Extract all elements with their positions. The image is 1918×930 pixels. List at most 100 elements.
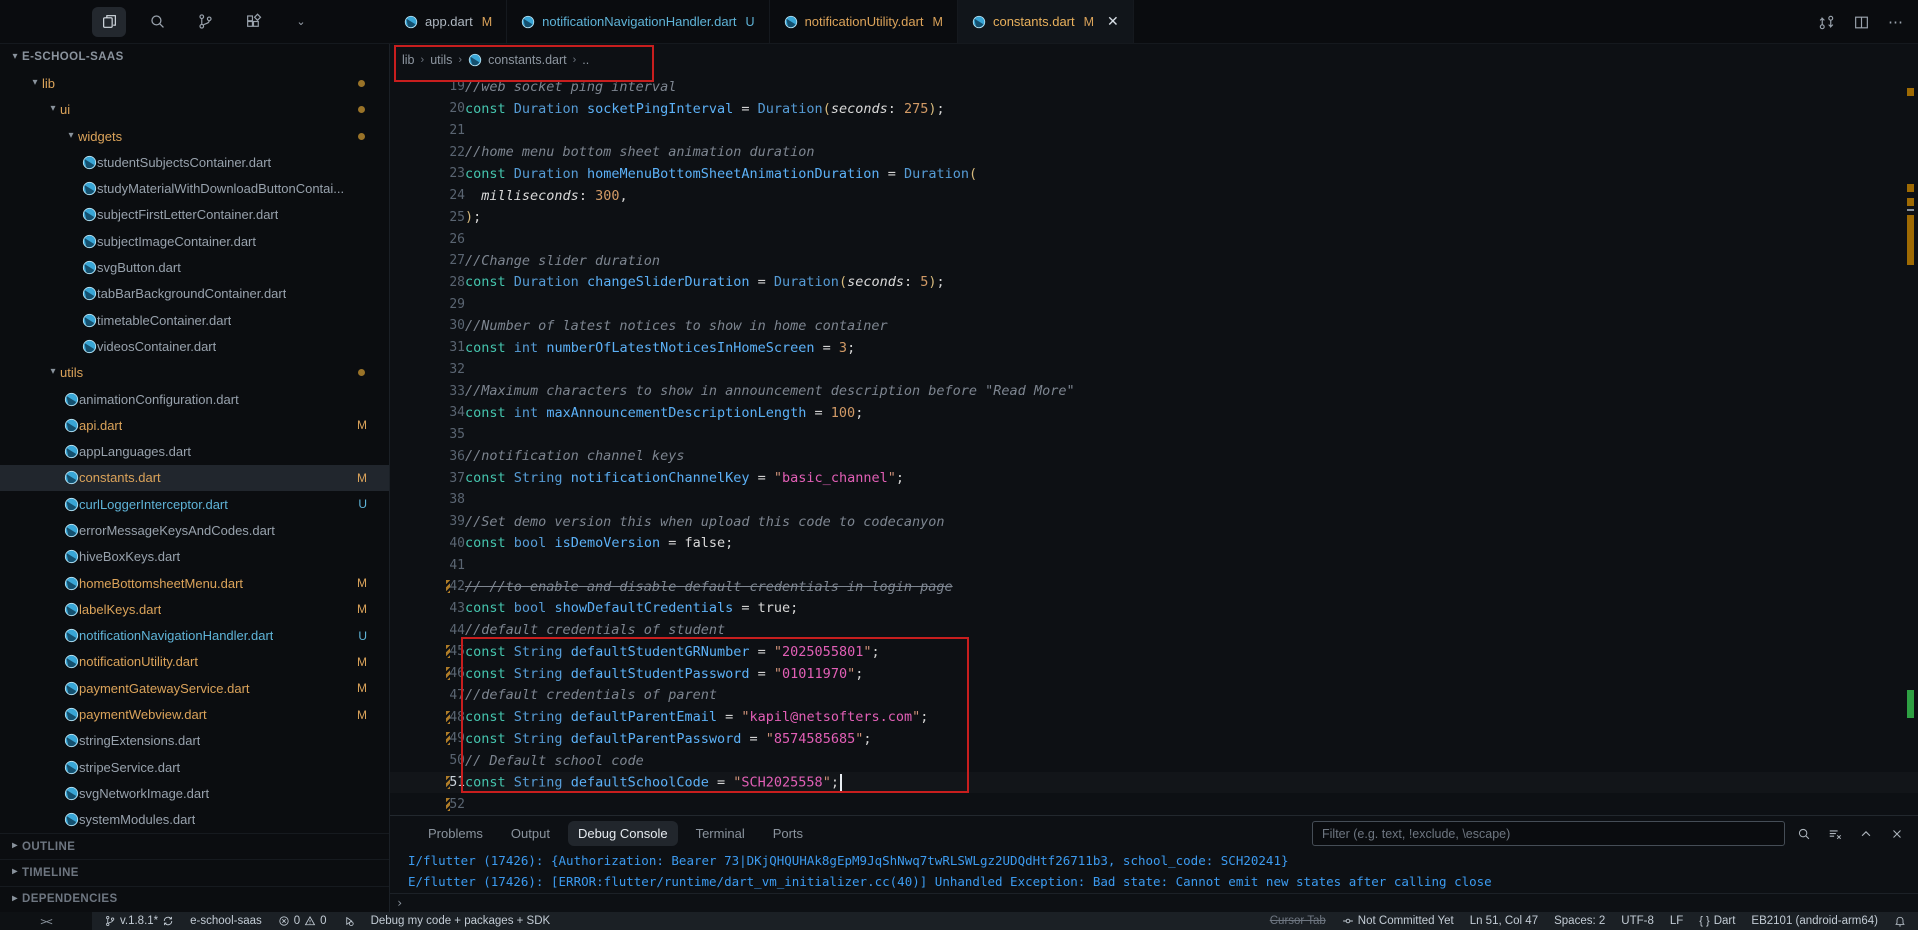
panel-tab-problems[interactable]: Problems — [418, 821, 493, 846]
code-line-45[interactable]: 45const String defaultStudentGRNumber = … — [390, 641, 1918, 663]
file-errorMessageKeysAndCodes.dart[interactable]: errorMessageKeysAndCodes.dart — [0, 517, 389, 543]
status-item-e-school-saas[interactable]: e-school-saas — [190, 915, 262, 927]
tab-notificationNavigationHandler.dart[interactable]: notificationNavigationHandler.dartU — [507, 0, 769, 43]
file-paymentGatewayService.dart[interactable]: paymentGatewayService.dartM — [0, 675, 389, 701]
more-actions-icon[interactable]: ⋯ — [1888, 13, 1904, 31]
panel-tab-ports[interactable]: Ports — [763, 821, 813, 846]
code-line-19[interactable]: 19//web socket ping interval — [390, 76, 1918, 98]
split-editor-icon[interactable] — [1853, 14, 1870, 31]
status-item-not-committed-yet[interactable]: Not Committed Yet — [1342, 915, 1454, 927]
file-constants.dart[interactable]: constants.dartM — [0, 465, 389, 491]
code-line-24[interactable]: 24 milliseconds: 300, — [390, 185, 1918, 207]
code-line-33[interactable]: 33//Maximum characters to show in announ… — [390, 380, 1918, 402]
file-studyMaterialWithDownloadButtonContai...[interactable]: studyMaterialWithDownloadButtonContai... — [0, 175, 389, 201]
file-api.dart[interactable]: api.dartM — [0, 412, 389, 438]
activity-explorer-icon[interactable] — [92, 7, 126, 37]
close-tab-icon[interactable]: ✕ — [1107, 13, 1119, 30]
close-panel-icon[interactable] — [1890, 827, 1904, 841]
folder-utils[interactable]: ▾utils — [0, 360, 389, 386]
breadcrumb-item-constants.dart[interactable]: constants.dart — [488, 53, 567, 67]
status-item-eb2101-android-arm64-[interactable]: EB2101 (android-arm64) — [1751, 915, 1878, 927]
code-line-22[interactable]: 22//home menu bottom sheet animation dur… — [390, 141, 1918, 163]
code-line-31[interactable]: 31const int numberOfLatestNoticesInHomeS… — [390, 337, 1918, 359]
panel-tab-terminal[interactable]: Terminal — [686, 821, 755, 846]
section-dependencies[interactable]: ▸DEPENDENCIES — [0, 886, 389, 912]
section-outline[interactable]: ▸OUTLINE — [0, 833, 389, 859]
file-systemModules.dart[interactable]: systemModules.dart — [0, 807, 389, 833]
file-paymentWebview.dart[interactable]: paymentWebview.dartM — [0, 701, 389, 727]
project-root[interactable]: ▾E-SCHOOL-SAAS — [0, 44, 389, 70]
search-icon[interactable] — [1797, 827, 1811, 841]
code-line-50[interactable]: 50// Default school code — [390, 750, 1918, 772]
status-item-debug-my-code-packages-sdk[interactable]: Debug my code + packages + SDK — [371, 915, 551, 927]
code-line-34[interactable]: 34const int maxAnnouncementDescriptionLe… — [390, 402, 1918, 424]
code-line-48[interactable]: 48const String defaultParentEmail = "kap… — [390, 706, 1918, 728]
status-item-lf[interactable]: LF — [1670, 915, 1683, 927]
file-homeBottomsheetMenu.dart[interactable]: homeBottomsheetMenu.dartM — [0, 570, 389, 596]
tab-notificationUtility.dart[interactable]: notificationUtility.dartM — [770, 0, 958, 43]
file-appLanguages.dart[interactable]: appLanguages.dart — [0, 438, 389, 464]
status-item-cursor-tab[interactable]: Cursor Tab — [1270, 915, 1326, 927]
code-line-49[interactable]: 49const String defaultParentPassword = "… — [390, 728, 1918, 750]
section-timeline[interactable]: ▸TIMELINE — [0, 859, 389, 885]
code-line-42[interactable]: 42// //to enable and disable default cre… — [390, 576, 1918, 598]
tab-app.dart[interactable]: app.dartM — [390, 0, 507, 43]
file-notificationUtility.dart[interactable]: notificationUtility.dartM — [0, 649, 389, 675]
collapse-panel-icon[interactable] — [1859, 827, 1873, 841]
file-svgButton.dart[interactable]: svgButton.dart — [0, 254, 389, 280]
filter-input[interactable]: Filter (e.g. text, !exclude, \escape) — [1312, 821, 1785, 846]
breadcrumb-item-..[interactable]: .. — [582, 53, 589, 67]
code-line-46[interactable]: 46const String defaultStudentPassword = … — [390, 663, 1918, 685]
file-svgNetworkImage.dart[interactable]: svgNetworkImage.dart — [0, 780, 389, 806]
code-line-43[interactable]: 43const bool showDefaultCredentials = tr… — [390, 598, 1918, 620]
breadcrumb-item-lib[interactable]: lib — [402, 53, 415, 67]
status-item-spaces-2[interactable]: Spaces: 2 — [1554, 915, 1605, 927]
activity-search-icon[interactable] — [140, 7, 174, 37]
code-line-39[interactable]: 39//Set demo version this when upload th… — [390, 511, 1918, 533]
code-line-41[interactable]: 41 — [390, 554, 1918, 576]
panel-tab-debug-console[interactable]: Debug Console — [568, 821, 678, 846]
code-line-35[interactable]: 35 — [390, 424, 1918, 446]
code-line-30[interactable]: 30//Number of latest notices to show in … — [390, 315, 1918, 337]
code-line-51[interactable]: 51const String defaultSchoolCode = "SCH2… — [390, 772, 1918, 794]
debug-console-input[interactable]: › — [390, 893, 1918, 911]
file-notificationNavigationHandler.dart[interactable]: notificationNavigationHandler.dartU — [0, 623, 389, 649]
code-line-47[interactable]: 47//default credentials of parent — [390, 685, 1918, 707]
file-hiveBoxKeys.dart[interactable]: hiveBoxKeys.dart — [0, 544, 389, 570]
breadcrumb[interactable]: lib›utils›constants.dart›.. — [390, 44, 1918, 76]
clear-filter-icon[interactable] — [1828, 827, 1842, 841]
status-item-utf-8[interactable]: UTF-8 — [1621, 915, 1654, 927]
code-line-40[interactable]: 40const bool isDemoVersion = false; — [390, 532, 1918, 554]
code-line-21[interactable]: 21 — [390, 119, 1918, 141]
file-labelKeys.dart[interactable]: labelKeys.dartM — [0, 596, 389, 622]
breadcrumb-item-utils[interactable]: utils — [430, 53, 452, 67]
code-line-36[interactable]: 36//notification channel keys — [390, 445, 1918, 467]
status-item-dart[interactable]: { }Dart — [1699, 915, 1735, 927]
file-studentSubjectsContainer.dart[interactable]: studentSubjectsContainer.dart — [0, 149, 389, 175]
status-item-ln-51-col-47[interactable]: Ln 51, Col 47 — [1470, 915, 1538, 927]
file-animationConfiguration.dart[interactable]: animationConfiguration.dart — [0, 386, 389, 412]
code-editor[interactable]: 19//web socket ping interval20const Dura… — [390, 76, 1918, 815]
status-item-debug-icon[interactable] — [343, 915, 355, 927]
code-line-25[interactable]: 25); — [390, 206, 1918, 228]
file-stripeService.dart[interactable]: stripeService.dart — [0, 754, 389, 780]
remote-indicator[interactable]: >< — [0, 912, 92, 930]
activity-chevron-down-icon[interactable]: ⌄ — [284, 7, 318, 37]
code-line-37[interactable]: 37const String notificationChannelKey = … — [390, 467, 1918, 489]
open-changes-icon[interactable] — [1818, 14, 1835, 31]
folder-ui[interactable]: ▾ui — [0, 97, 389, 123]
code-line-26[interactable]: 26 — [390, 228, 1918, 250]
file-timetableContainer.dart[interactable]: timetableContainer.dart — [0, 307, 389, 333]
code-line-44[interactable]: 44//default credentials of student — [390, 619, 1918, 641]
folder-lib[interactable]: ▾lib — [0, 70, 389, 96]
activity-source-control-icon[interactable] — [188, 7, 222, 37]
tab-constants.dart[interactable]: constants.dartM✕ — [958, 0, 1134, 43]
status-item-0[interactable]: 00 — [278, 915, 327, 927]
file-tabBarBackgroundContainer.dart[interactable]: tabBarBackgroundContainer.dart — [0, 281, 389, 307]
code-line-27[interactable]: 27//Change slider duration — [390, 250, 1918, 272]
file-curlLoggerInterceptor.dart[interactable]: curlLoggerInterceptor.dartU — [0, 491, 389, 517]
activity-extensions-icon[interactable] — [236, 7, 270, 37]
code-line-28[interactable]: 28const Duration changeSliderDuration = … — [390, 272, 1918, 294]
file-subjectFirstLetterContainer.dart[interactable]: subjectFirstLetterContainer.dart — [0, 202, 389, 228]
code-line-32[interactable]: 32 — [390, 359, 1918, 381]
